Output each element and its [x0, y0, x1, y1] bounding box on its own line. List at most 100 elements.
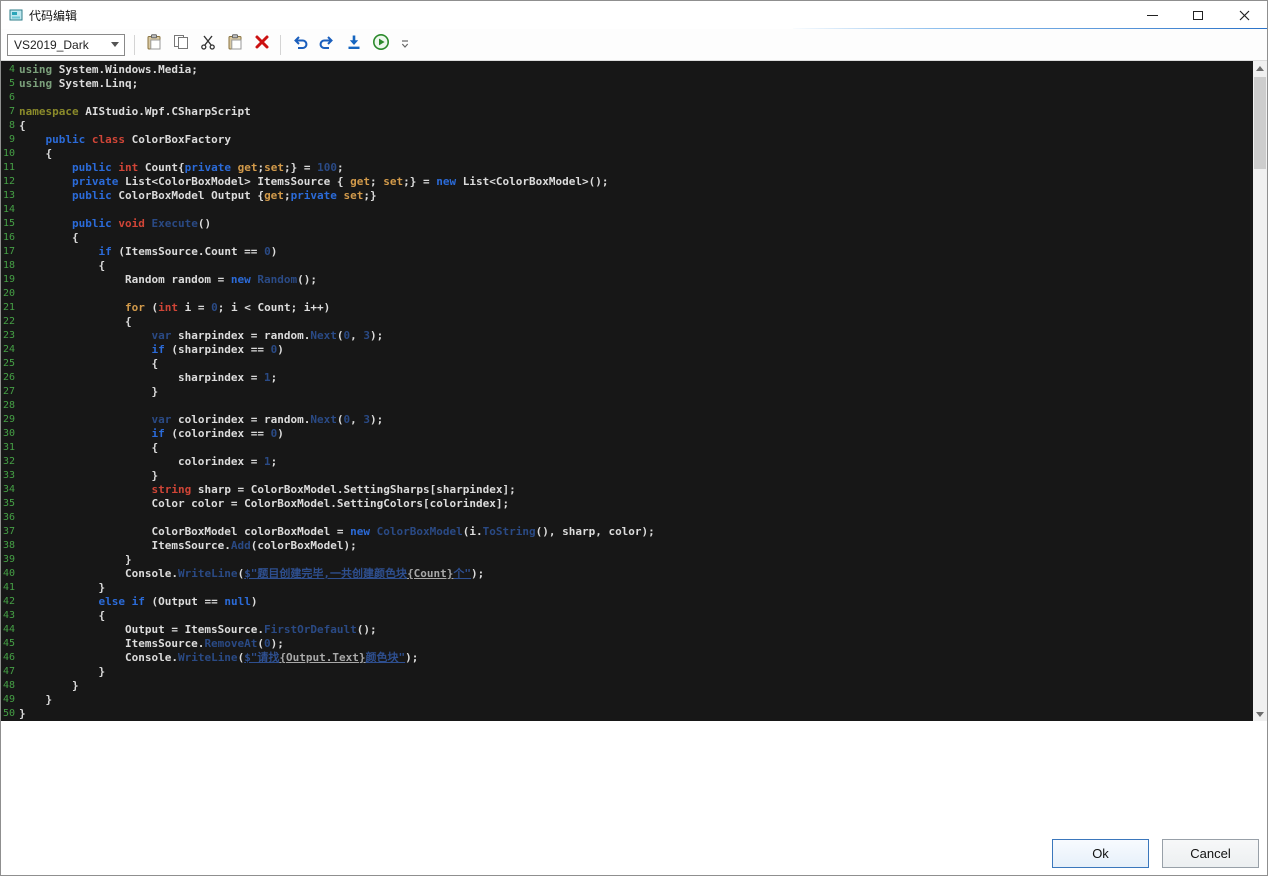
copy-button[interactable]	[167, 31, 194, 58]
undo-icon	[291, 33, 309, 56]
code-line: 18 {	[1, 259, 1253, 273]
code-line: 41 }	[1, 581, 1253, 595]
code-area[interactable]: 4using System.Windows.Media;5using Syste…	[1, 63, 1253, 721]
code-line: 25 {	[1, 357, 1253, 371]
line-number: 27	[1, 385, 19, 399]
copy-icon	[172, 33, 190, 56]
code-line: 32 colorindex = 1;	[1, 455, 1253, 469]
line-number: 11	[1, 161, 19, 175]
code-line: 27 }	[1, 385, 1253, 399]
line-number: 46	[1, 651, 19, 665]
line-number: 21	[1, 301, 19, 315]
code-edit-window: 代码编辑 VS2019_Dark 4using System.Windows.M…	[0, 0, 1268, 876]
maximize-icon	[1193, 11, 1203, 20]
paste-button[interactable]	[140, 31, 167, 58]
code-line-content: ColorBoxModel colorBoxModel = new ColorB…	[19, 525, 655, 539]
code-line: 22 {	[1, 315, 1253, 329]
paste-alt-button[interactable]	[221, 31, 248, 58]
redo-button[interactable]	[313, 31, 340, 58]
cut-button[interactable]	[194, 31, 221, 58]
line-number: 28	[1, 399, 19, 413]
code-line-content: using System.Windows.Media;	[19, 63, 198, 77]
line-number: 44	[1, 623, 19, 637]
run-button[interactable]	[367, 31, 394, 58]
code-line: 38 ItemsSource.Add(colorBoxModel);	[1, 539, 1253, 553]
app-icon	[9, 8, 23, 22]
code-line: 4using System.Windows.Media;	[1, 63, 1253, 77]
code-line-content: public class ColorBoxFactory	[19, 133, 231, 147]
paste-alt-icon	[226, 33, 244, 56]
scroll-down-icon[interactable]	[1253, 707, 1267, 721]
line-number: 38	[1, 539, 19, 553]
code-line: 21 for (int i = 0; i < Count; i++)	[1, 301, 1253, 315]
code-line-content: if (ItemsSource.Count == 0)	[19, 245, 277, 259]
line-number: 26	[1, 371, 19, 385]
line-number: 31	[1, 441, 19, 455]
code-line-content: ItemsSource.RemoveAt(0);	[19, 637, 284, 651]
code-line-content: Random random = new Random();	[19, 273, 317, 287]
code-line: 23 var sharpindex = random.Next(0, 3);	[1, 329, 1253, 343]
code-line: 5using System.Linq;	[1, 77, 1253, 91]
code-line: 37 ColorBoxModel colorBoxModel = new Col…	[1, 525, 1253, 539]
editor-scrollbar[interactable]	[1253, 61, 1267, 721]
line-number: 18	[1, 259, 19, 273]
code-line-content: string sharp = ColorBoxModel.SettingShar…	[19, 483, 516, 497]
code-line: 19 Random random = new Random();	[1, 273, 1253, 287]
line-number: 45	[1, 637, 19, 651]
code-line-content: for (int i = 0; i < Count; i++)	[19, 301, 330, 315]
code-line: 46 Console.WriteLine($"请找{Output.Text}颜色…	[1, 651, 1253, 665]
code-line-content: var sharpindex = random.Next(0, 3);	[19, 329, 383, 343]
scrollbar-thumb[interactable]	[1254, 77, 1266, 169]
code-line: 24 if (sharpindex == 0)	[1, 343, 1253, 357]
code-line: 36	[1, 511, 1253, 525]
code-line-content: {	[19, 441, 158, 455]
close-button[interactable]	[1221, 1, 1267, 29]
line-number: 23	[1, 329, 19, 343]
code-line-content: public ColorBoxModel Output {get;private…	[19, 189, 377, 203]
line-number: 20	[1, 287, 19, 301]
code-line: 6	[1, 91, 1253, 105]
code-line: 31 {	[1, 441, 1253, 455]
toolbar: VS2019_Dark	[1, 29, 1267, 61]
code-line: 7namespace AIStudio.Wpf.CSharpScript	[1, 105, 1253, 119]
code-line: 26 sharpindex = 1;	[1, 371, 1253, 385]
toolbar-separator	[280, 35, 281, 55]
minimize-button[interactable]	[1129, 1, 1175, 29]
code-line: 29 var colorindex = random.Next(0, 3);	[1, 413, 1253, 427]
line-number: 48	[1, 679, 19, 693]
code-line: 12 private List<ColorBoxModel> ItemsSour…	[1, 175, 1253, 189]
code-line: 10 {	[1, 147, 1253, 161]
code-line-content: Color color = ColorBoxModel.SettingColor…	[19, 497, 509, 511]
line-number: 14	[1, 203, 19, 217]
line-number: 19	[1, 273, 19, 287]
toolbar-overflow[interactable]	[400, 40, 410, 49]
line-number: 47	[1, 665, 19, 679]
maximize-button[interactable]	[1175, 1, 1221, 29]
line-number: 40	[1, 567, 19, 581]
scroll-up-icon[interactable]	[1253, 61, 1267, 75]
line-number: 8	[1, 119, 19, 133]
cut-icon	[199, 33, 217, 56]
line-number: 7	[1, 105, 19, 119]
code-line-content: if (sharpindex == 0)	[19, 343, 284, 357]
undo-button[interactable]	[286, 31, 313, 58]
code-line: 44 Output = ItemsSource.FirstOrDefault()…	[1, 623, 1253, 637]
code-line: 15 public void Execute()	[1, 217, 1253, 231]
delete-button[interactable]	[248, 31, 275, 58]
theme-select[interactable]: VS2019_Dark	[7, 34, 125, 56]
import-button[interactable]	[340, 31, 367, 58]
line-number: 41	[1, 581, 19, 595]
cancel-button[interactable]: Cancel	[1162, 839, 1259, 868]
code-line: 49 }	[1, 693, 1253, 707]
code-line-content: colorindex = 1;	[19, 455, 277, 469]
close-icon	[1239, 10, 1250, 21]
code-line-content: {	[19, 357, 158, 371]
code-line: 33 }	[1, 469, 1253, 483]
run-icon	[372, 33, 390, 56]
code-line: 30 if (colorindex == 0)	[1, 427, 1253, 441]
code-line: 20	[1, 287, 1253, 301]
code-line-content: sharpindex = 1;	[19, 371, 277, 385]
code-line: 50}	[1, 707, 1253, 721]
ok-button[interactable]: Ok	[1052, 839, 1149, 868]
code-line: 45 ItemsSource.RemoveAt(0);	[1, 637, 1253, 651]
